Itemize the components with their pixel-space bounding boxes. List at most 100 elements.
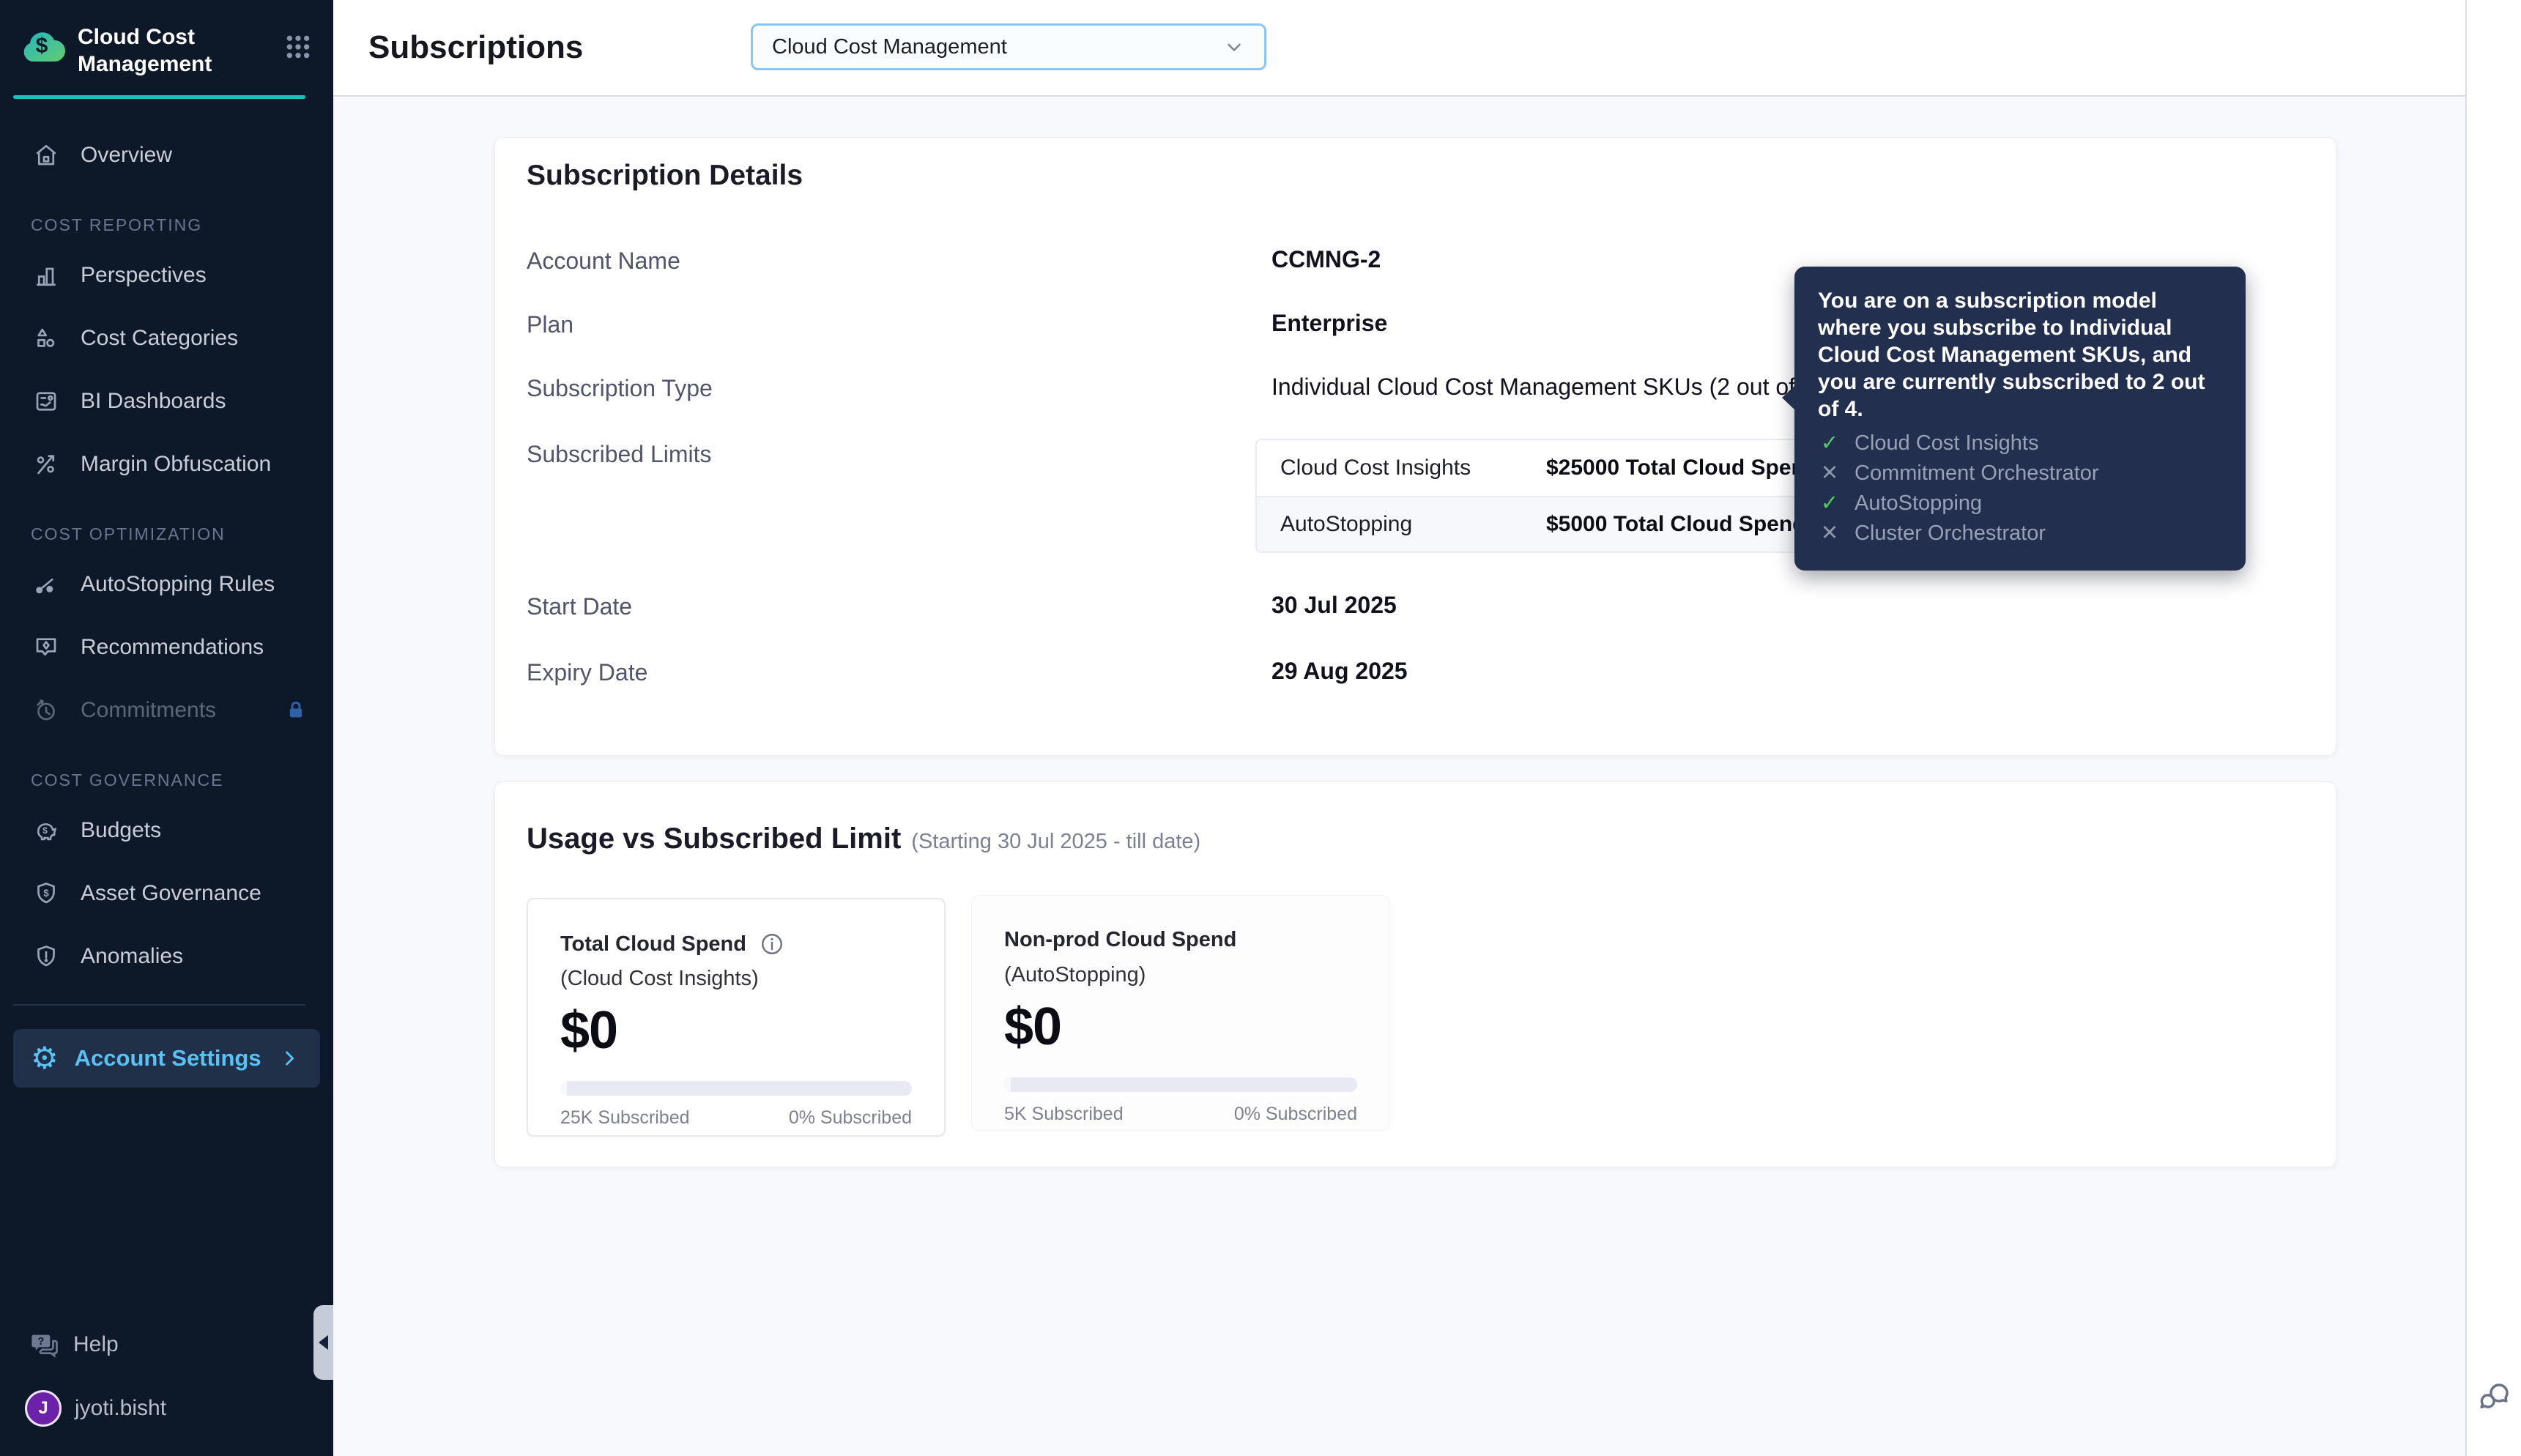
sidebar-item-label: Anomalies bbox=[81, 944, 184, 968]
sidebar-item-account-settings[interactable]: ⚙ Account Settings bbox=[13, 1029, 320, 1088]
card-title: Non-prod Cloud Spend bbox=[1004, 928, 1237, 951]
subscription-type-tooltip: You are on a subscription model where yo… bbox=[1782, 267, 2246, 571]
sidebar-item-label: Asset Governance bbox=[81, 881, 261, 905]
sidebar-item-recommendations[interactable]: Recommendations bbox=[0, 616, 333, 679]
sidebar-item-label: Margin Obfuscation bbox=[81, 452, 272, 476]
sidebar-item-budgets[interactable]: $ Budgets bbox=[0, 799, 333, 862]
cloud-cost-logo-icon: $ bbox=[23, 32, 66, 62]
dashboard-icon bbox=[31, 386, 62, 417]
subscribed-amount-label: 25K Subscribed bbox=[560, 1107, 690, 1128]
list-item: ✓ Cloud Cost Insights bbox=[1818, 428, 2222, 458]
account-name-value: CCMNG-2 bbox=[1271, 246, 1381, 272]
module-selector-value: Cloud Cost Management bbox=[772, 34, 1007, 59]
app-logo-row: $ Cloud Cost Management bbox=[0, 0, 333, 95]
card-title-row: Non-prod Cloud Spend bbox=[1004, 928, 1236, 952]
sidebar-item-commitments[interactable]: Commitments bbox=[0, 679, 333, 742]
list-item: ✕ Cluster Orchestrator bbox=[1818, 519, 2222, 549]
card-footer: 25K Subscribed 0% Subscribed bbox=[560, 1107, 912, 1129]
sidebar-item-label: Overview bbox=[81, 143, 173, 167]
cross-icon: ✕ bbox=[1820, 521, 1839, 545]
sku-name: Commitment Orchestrator bbox=[1854, 461, 2099, 485]
subscription-type-label: Subscription Type bbox=[527, 375, 713, 401]
svg-text:$: $ bbox=[43, 888, 49, 899]
sidebar-item-autostopping-rules[interactable]: AutoStopping Rules bbox=[0, 553, 333, 616]
chevron-down-icon bbox=[1223, 36, 1245, 58]
sku-name: Cluster Orchestrator bbox=[1854, 521, 2046, 545]
plan-label: Plan bbox=[527, 311, 574, 338]
svg-text:?: ? bbox=[37, 1335, 44, 1348]
usage-progress-fill bbox=[1004, 1077, 1011, 1092]
sidebar-item-label: Cost Categories bbox=[81, 326, 239, 350]
sidebar-item-label: Commitments bbox=[81, 698, 217, 722]
card-subtitle: (Cloud Cost Insights) bbox=[560, 967, 759, 990]
sku-limit-cell: $5000 Total Cloud Spend bbox=[1546, 512, 1806, 536]
sidebar-item-label: AutoStopping Rules bbox=[81, 572, 275, 596]
expiry-date-label: Expiry Date bbox=[527, 659, 648, 686]
usage-progress-bar bbox=[560, 1081, 912, 1096]
card-subtitle: (AutoStopping) bbox=[1004, 963, 1146, 987]
account-settings-label: Account Settings bbox=[74, 1045, 261, 1071]
sidebar-item-perspectives[interactable]: Perspectives bbox=[0, 244, 333, 307]
sidebar-item-asset-governance[interactable]: $ Asset Governance bbox=[0, 862, 333, 925]
page-header: Subscriptions Cloud Cost Management bbox=[333, 0, 2465, 97]
usage-heading: Usage vs Subscribed Limit (Starting 30 J… bbox=[527, 822, 1200, 855]
right-toolbar bbox=[2465, 0, 2521, 1456]
check-icon: ✓ bbox=[1820, 491, 1839, 515]
account-name-label: Account Name bbox=[527, 248, 680, 274]
start-date-label: Start Date bbox=[527, 593, 633, 620]
subscribed-percent-label: 0% Subscribed bbox=[1233, 1104, 1357, 1124]
svg-text:$: $ bbox=[42, 825, 48, 836]
card-title: Total Cloud Spend bbox=[560, 932, 746, 956]
sku-limit-cell: $25000 Total Cloud Spend bbox=[1546, 456, 1819, 480]
info-icon[interactable] bbox=[760, 932, 784, 957]
tooltip-sku-list: ✓ Cloud Cost Insights ✕ Commitment Orche… bbox=[1818, 428, 2222, 549]
sidebar-item-bi-dashboards[interactable]: BI Dashboards bbox=[0, 370, 333, 433]
sidebar-item-overview[interactable]: Overview bbox=[0, 124, 333, 187]
sidebar-section-cost-optimization: COST OPTIMIZATION bbox=[31, 524, 226, 543]
sidebar-item-label: Recommendations bbox=[81, 635, 264, 659]
username: jyoti.bisht bbox=[75, 1396, 167, 1420]
expiry-date-value: 29 Aug 2025 bbox=[1271, 658, 1408, 684]
svg-text:$: $ bbox=[36, 34, 48, 58]
sidebar-item-cost-categories[interactable]: Cost Categories bbox=[0, 307, 333, 370]
app-title: Cloud Cost Management bbox=[78, 25, 212, 76]
sidebar-nav: Overview COST REPORTING Perspectives Cos… bbox=[0, 99, 333, 1456]
help-button[interactable]: ? Help bbox=[0, 1321, 333, 1368]
sidebar-item-label: Perspectives bbox=[81, 263, 207, 287]
bar-chart-icon bbox=[31, 260, 62, 291]
start-date-value: 30 Jul 2025 bbox=[1271, 592, 1397, 618]
help-label: Help bbox=[73, 1332, 119, 1356]
content-area: Subscription Details Account Name CCMNG-… bbox=[333, 98, 2465, 1456]
sidebar-divider bbox=[13, 1004, 305, 1006]
usage-panel: Usage vs Subscribed Limit (Starting 30 J… bbox=[494, 781, 2336, 1167]
chat-bubbles-icon[interactable] bbox=[2477, 1378, 2512, 1414]
collapse-arrow-icon bbox=[319, 1335, 328, 1350]
lock-icon bbox=[285, 699, 307, 721]
sku-name-cell: AutoStopping bbox=[1280, 512, 1413, 536]
usage-card-nonprod-cloud-spend: Non-prod Cloud Spend (AutoStopping) $0 5… bbox=[971, 895, 1390, 1131]
sidebar-item-anomalies[interactable]: Anomalies bbox=[0, 925, 333, 988]
sidebar-item-label: Budgets bbox=[81, 818, 162, 842]
subscription-type-value-row: Individual Cloud Cost Management SKUs (2… bbox=[1271, 374, 1857, 401]
sidebar-item-margin-obfuscation[interactable]: Margin Obfuscation bbox=[0, 433, 333, 496]
list-item: ✓ AutoStopping bbox=[1818, 489, 2222, 519]
usage-subtitle: (Starting 30 Jul 2025 - till date) bbox=[911, 830, 1201, 853]
usage-progress-bar bbox=[1004, 1077, 1357, 1092]
sidebar-collapse-handle[interactable] bbox=[313, 1305, 333, 1380]
gear-icon: ⚙ bbox=[31, 1041, 59, 1075]
app-grid-icon[interactable] bbox=[283, 32, 313, 62]
chevron-right-icon bbox=[279, 1048, 300, 1069]
card-spend-value: $0 bbox=[560, 1001, 618, 1060]
suggestion-bubble-icon bbox=[31, 632, 62, 663]
avatar: J bbox=[25, 1390, 62, 1427]
card-spend-value: $0 bbox=[1004, 998, 1062, 1056]
home-icon bbox=[31, 140, 62, 171]
user-menu[interactable]: J jyoti.bisht bbox=[0, 1368, 333, 1456]
page-title: Subscriptions bbox=[368, 29, 584, 65]
usage-card-total-cloud-spend: Total Cloud Spend (Cloud Cost Insights) … bbox=[527, 898, 946, 1137]
list-item: ✕ Commitment Orchestrator bbox=[1818, 458, 2222, 489]
tooltip-text: You are on a subscription model where yo… bbox=[1818, 289, 2205, 421]
module-selector[interactable]: Cloud Cost Management bbox=[751, 23, 1266, 70]
sidebar: $ Cloud Cost Management Overview COST RE… bbox=[0, 0, 333, 1456]
clock-history-icon bbox=[31, 695, 62, 726]
